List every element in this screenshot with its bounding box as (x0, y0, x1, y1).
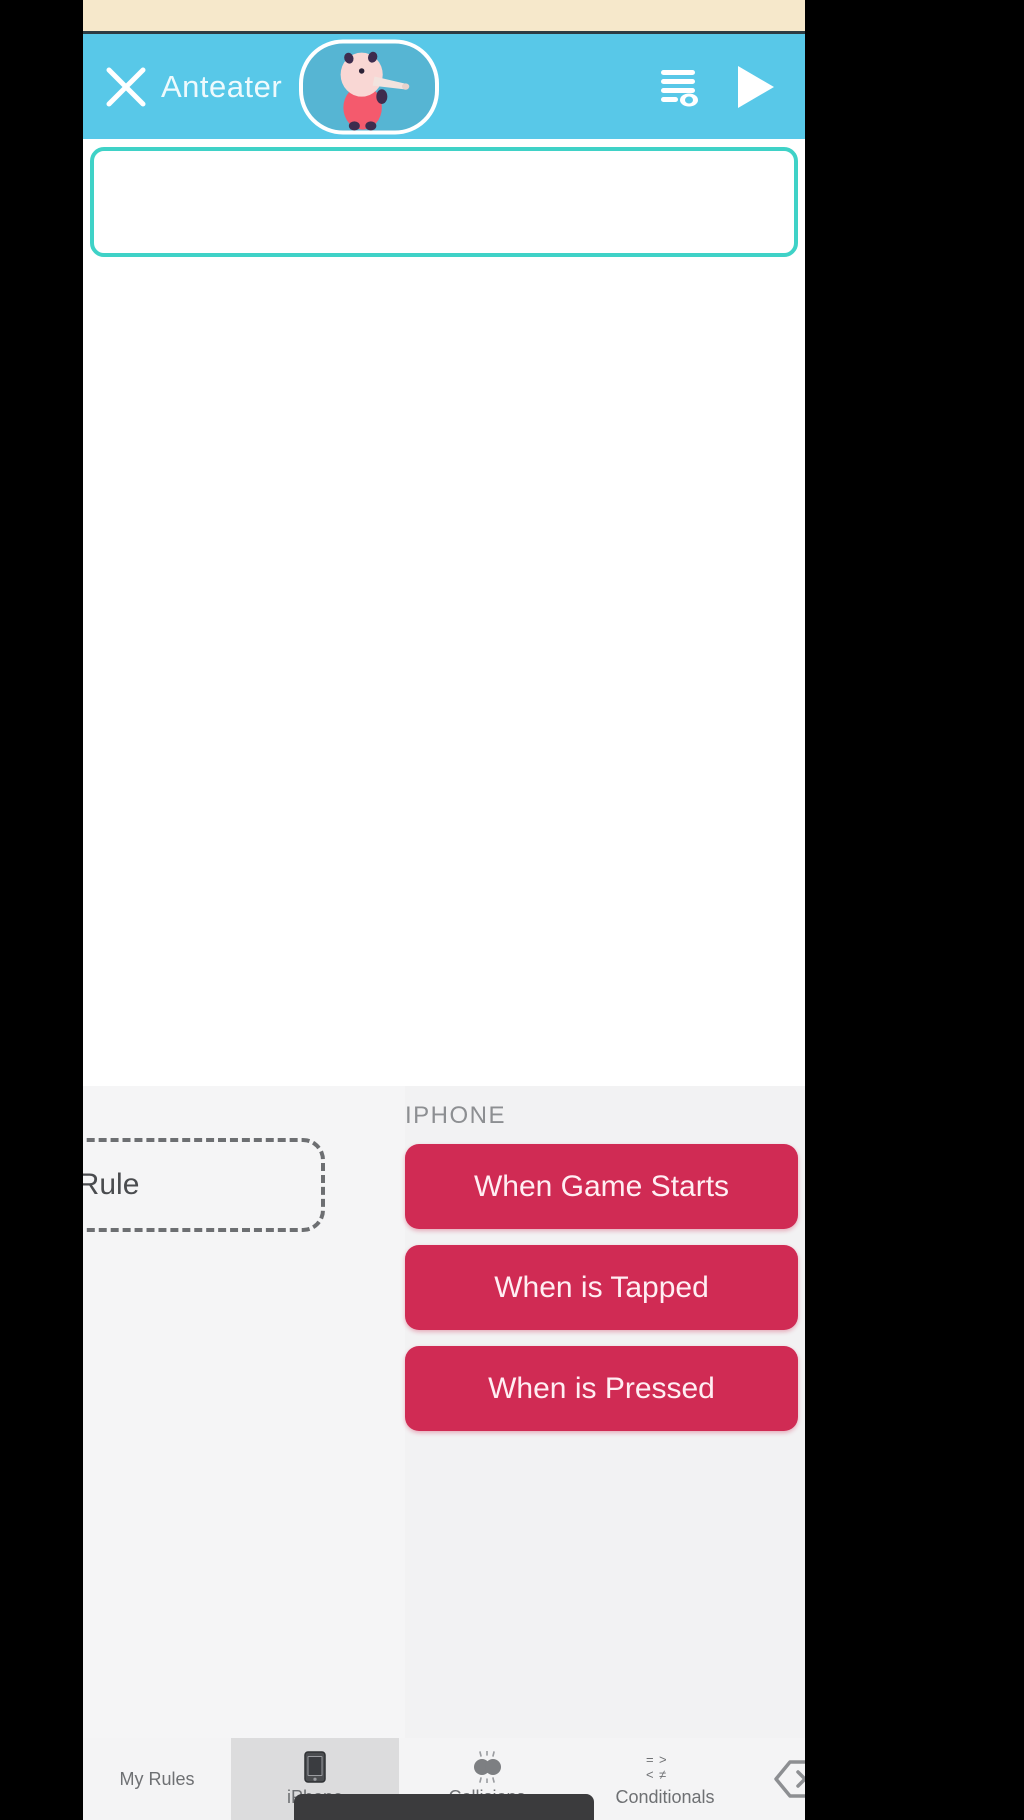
palette-section-heading: IPHONE (405, 1102, 507, 1129)
top-navigation-bar: Anteater (83, 34, 805, 139)
collisions-icon (464, 1750, 510, 1784)
block-label: When is Pressed (488, 1371, 715, 1405)
hexagon-delete-x-icon[interactable] (755, 1738, 805, 1820)
close-x-icon[interactable] (103, 64, 149, 110)
empty-rule-card[interactable] (90, 147, 798, 257)
tab-my-rules[interactable]: My Rules (83, 1738, 231, 1820)
conditionals-icon: = > < ≠ (640, 1750, 690, 1784)
rules-list-eye-icon[interactable] (655, 64, 701, 110)
block-when-is-pressed[interactable]: When is Pressed (405, 1346, 798, 1431)
block-when-game-starts[interactable]: When Game Starts (405, 1144, 798, 1229)
play-triangle-icon[interactable] (733, 63, 777, 111)
svg-text:≠: ≠ (659, 1767, 666, 1782)
tab-label: Conditionals (615, 1787, 715, 1807)
block-palette: IPHONE When Game Starts When is Tapped W… (405, 1086, 805, 1738)
block-label: When Game Starts (473, 1169, 730, 1203)
block-when-is-tapped[interactable]: When is Tapped (405, 1245, 798, 1330)
new-rule-label: ew Rule (83, 1168, 140, 1201)
status-strip (83, 0, 805, 31)
page-title: Anteater (161, 68, 283, 104)
rule-editor-canvas (83, 139, 805, 1086)
home-indicator (294, 1794, 594, 1820)
svg-text:<: < (646, 1767, 654, 1782)
svg-text:=: = (646, 1752, 654, 1767)
svg-text:>: > (659, 1752, 667, 1767)
anteater-character-avatar[interactable] (299, 39, 439, 134)
drawer-tab-bar: My Rules iPhone (83, 1738, 805, 1820)
my-rules-column: ew Rule (83, 1086, 405, 1738)
block-drawer: ew Rule IPHONE When Game Starts When is … (83, 1086, 805, 1820)
block-label: When is Tapped (494, 1270, 709, 1304)
new-rule-chip[interactable]: ew Rule (83, 1138, 325, 1232)
tab-conditionals[interactable]: = > < ≠ Conditionals (575, 1738, 755, 1820)
phone-viewport: Anteater Rule IPHONE When Game Starts Wh… (83, 0, 805, 1820)
iphone-device-icon (304, 1750, 326, 1784)
tab-label: My Rules (119, 1768, 195, 1789)
